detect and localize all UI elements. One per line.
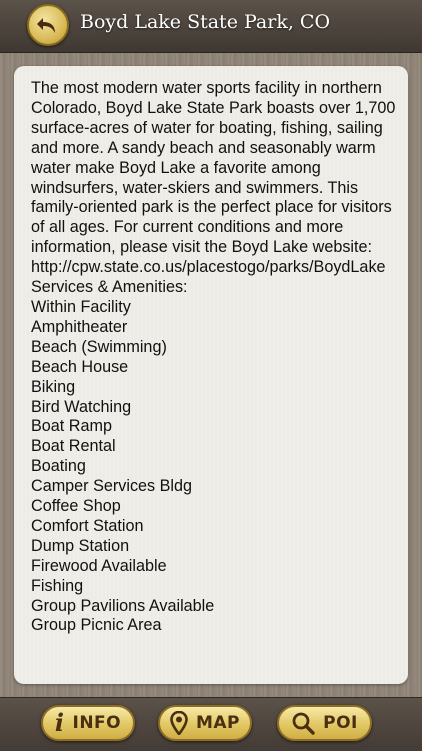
amenity-list-item: Boat Rental bbox=[31, 437, 116, 456]
park-description-text: The most modern water sports facility in… bbox=[31, 79, 401, 636]
poi-tab-label: POI bbox=[323, 713, 358, 733]
info-tab-button[interactable]: i INFO bbox=[41, 705, 135, 741]
content-panel[interactable]: The most modern water sports facility in… bbox=[14, 66, 408, 684]
amenity-list-item: Coffee Shop bbox=[31, 497, 121, 516]
search-icon bbox=[291, 711, 315, 735]
header-bar: Boyd Lake State Park, CO bbox=[0, 0, 422, 53]
amenity-list-item: Group Picnic Area bbox=[31, 616, 162, 635]
amenity-list-item: Within Facility bbox=[31, 297, 131, 316]
amenities-list: Services & Amenities: Within Facility Amph… bbox=[31, 278, 401, 636]
amenity-list-item: Comfort Station bbox=[31, 516, 144, 535]
amenity-list-item: Beach House bbox=[31, 357, 129, 376]
amenity-list-item: Services & Amenities: bbox=[31, 278, 188, 297]
bottom-tab-bar: i INFO MAP POI bbox=[0, 697, 422, 751]
map-tab-button[interactable]: MAP bbox=[158, 705, 252, 741]
amenity-list-item: Group Pavilions Available bbox=[31, 596, 215, 615]
info-tab-label: INFO bbox=[72, 713, 122, 733]
page-title: Boyd Lake State Park, CO bbox=[80, 11, 331, 33]
poi-tab-button[interactable]: POI bbox=[277, 705, 372, 741]
amenity-list-item: Dump Station bbox=[31, 536, 130, 555]
amenity-list-item: Boating bbox=[31, 457, 86, 476]
amenity-list-item: Bird Watching bbox=[31, 397, 132, 416]
back-arrow-icon bbox=[37, 18, 55, 33]
amenity-list-item: Beach (Swimming) bbox=[31, 337, 167, 356]
info-icon: i bbox=[54, 708, 65, 737]
amenity-list-item: Fishing bbox=[31, 576, 84, 595]
amenity-list-item: Camper Services Bldg bbox=[31, 477, 193, 496]
amenity-list-item: Boat Ramp bbox=[31, 417, 112, 436]
amenity-list-item: Firewood Available bbox=[31, 556, 167, 575]
amenity-list-item: Amphitheater bbox=[31, 317, 128, 336]
park-description: The most modern water sports facility in… bbox=[31, 79, 396, 277]
amenity-list-item: Biking bbox=[31, 377, 76, 396]
back-button[interactable] bbox=[27, 4, 69, 46]
map-pin-icon bbox=[170, 711, 188, 735]
map-tab-label: MAP bbox=[195, 713, 241, 733]
